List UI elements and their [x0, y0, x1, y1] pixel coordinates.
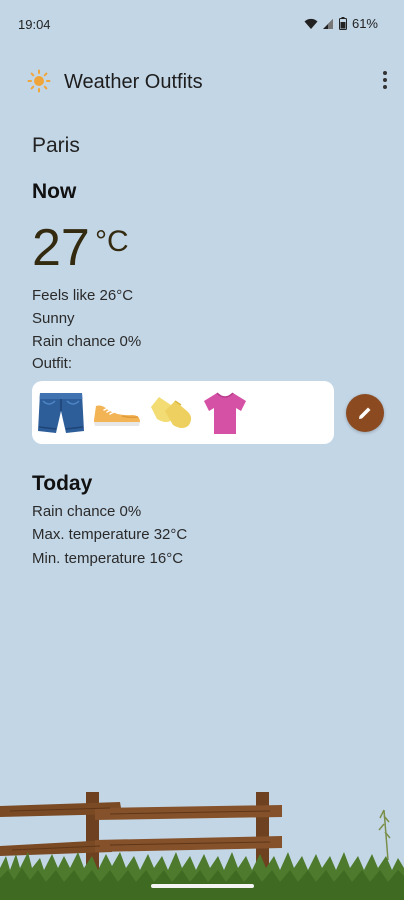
battery-icon [338, 17, 347, 30]
app-bar: Weather Outfits [0, 60, 404, 104]
more-vert-icon[interactable] [380, 69, 390, 91]
outfit-card [32, 381, 334, 444]
fence-grass-illustration [0, 792, 404, 900]
condition: Sunny [32, 310, 75, 327]
rain-chance-now: Rain chance 0% [32, 333, 142, 350]
feels-like: Feels like 26°C [32, 287, 134, 304]
temperature-unit: °C [95, 225, 129, 258]
current-temperature: 27 [32, 219, 90, 277]
now-heading: Now [32, 180, 77, 203]
today-heading: Today [32, 472, 93, 495]
city-name: Paris [32, 134, 80, 157]
sneakers-icon [92, 389, 142, 437]
pencil-icon [359, 407, 371, 419]
home-indicator[interactable] [151, 884, 254, 888]
status-icons: 61% [304, 16, 378, 31]
socks-icon [147, 389, 197, 437]
outfit-label: Outfit: [32, 355, 73, 372]
sun-icon [27, 69, 51, 93]
rain-chance-today: Rain chance 0% [32, 503, 142, 520]
edit-outfit-button[interactable] [346, 394, 384, 432]
max-temperature: Max. temperature 32°C [32, 526, 188, 543]
battery-percent: 61% [351, 16, 378, 31]
app-title: Weather Outfits [64, 71, 203, 93]
shorts-icon [36, 389, 86, 437]
wifi-icon [304, 18, 318, 29]
status-bar: 19:04 61% [0, 0, 404, 48]
signal-icon [322, 18, 333, 29]
t-shirt-icon [200, 389, 250, 437]
min-temperature: Min. temperature 16°C [32, 550, 184, 567]
status-time: 19:04 [18, 17, 51, 32]
